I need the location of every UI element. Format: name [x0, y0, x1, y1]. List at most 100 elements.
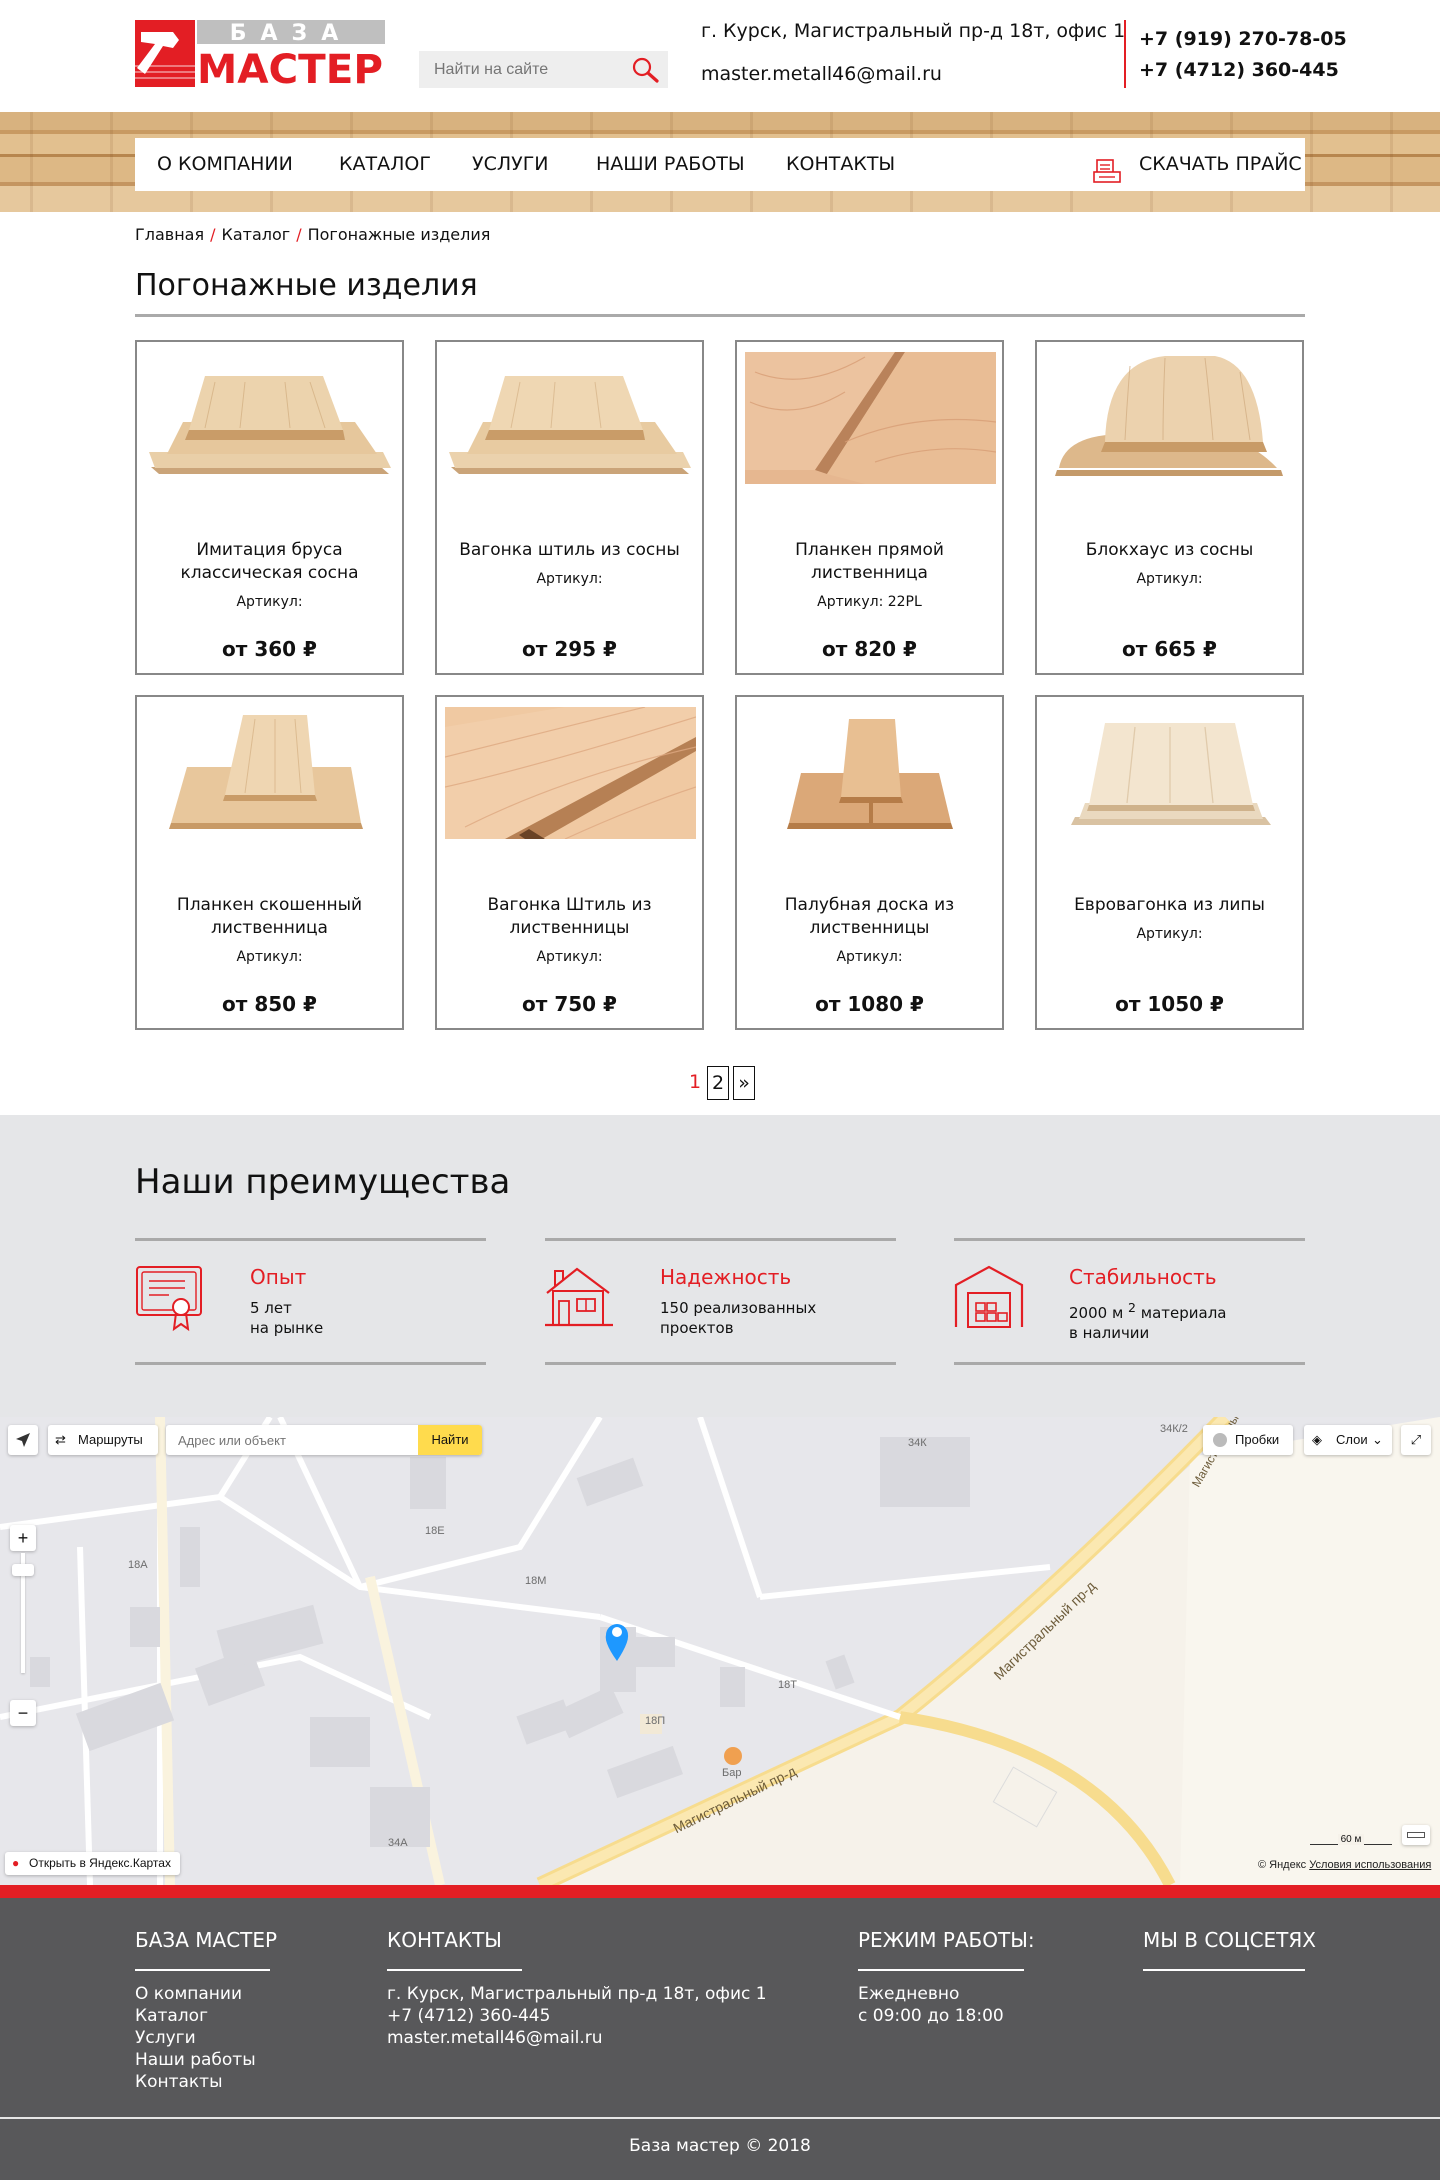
warehouse-icon — [954, 1263, 1024, 1333]
map-copyright: © Яндекс — [1258, 1859, 1307, 1871]
chevron-down-icon: ⌄ — [1372, 1432, 1383, 1447]
product-name[interactable]: Планкен прямой лиственница — [747, 539, 992, 585]
product-card[interactable]: Планкен прямой лиственница Артикул: 22PL… — [735, 340, 1004, 675]
product-sku: Артикул: — [536, 571, 603, 587]
header-phone-1[interactable]: +7 (919) 270-78-05 — [1139, 28, 1347, 50]
product-image[interactable] — [745, 352, 997, 488]
product-sku: Артикул: — [836, 949, 903, 965]
product-name[interactable]: Планкен скошенный лиственница — [147, 894, 392, 940]
product-card[interactable]: Имитация бруса классическая сосна Артику… — [135, 340, 404, 675]
advantage-heading: Опыт — [250, 1265, 307, 1289]
product-card[interactable]: Палубная доска из лиственницы Артикул: о… — [735, 695, 1004, 1030]
product-name[interactable]: Вагонка штиль из сосны — [447, 539, 692, 562]
price-list-icon — [1093, 152, 1121, 183]
footer-link-services[interactable]: Услуги — [135, 2027, 277, 2049]
ruler-button[interactable] — [1402, 1825, 1430, 1845]
product-price: от 360 ₽ — [222, 637, 317, 661]
site-logo[interactable]: БАЗА МАСТЕР — [135, 20, 385, 93]
download-price-label: СКАЧАТЬ ПРАЙС — [1139, 153, 1302, 175]
product-card[interactable]: Евровагонка из липы Артикул: от 1050 ₽ — [1035, 695, 1304, 1030]
product-image[interactable] — [1045, 352, 1296, 484]
product-sku: Артикул: — [236, 949, 303, 965]
advantages-title: Наши преимущества — [135, 1162, 511, 1202]
product-name[interactable]: Имитация бруса классическая сосна — [147, 539, 392, 585]
routes-button[interactable]: ⇄ Маршруты — [48, 1425, 158, 1455]
page-2-link[interactable]: 2 — [707, 1066, 729, 1100]
product-image[interactable] — [445, 352, 696, 484]
nav-item-services[interactable]: УСЛУГИ — [472, 138, 549, 191]
product-image[interactable] — [745, 707, 996, 839]
nav-item-about[interactable]: О КОМПАНИИ — [157, 138, 293, 191]
product-name[interactable]: Вагонка Штиль из лиственницы — [447, 894, 692, 940]
map-search-input[interactable] — [166, 1425, 418, 1455]
map-label: Бар — [722, 1767, 742, 1779]
product-sku: Артикул: 22PL — [817, 594, 922, 610]
open-in-yandex-maps-button[interactable]: ● Открыть в Яндекс.Картах — [5, 1852, 180, 1875]
advantage-text-superscript: 2 — [1128, 1300, 1136, 1315]
map-label: 18А — [128, 1559, 148, 1571]
nav-item-catalog[interactable]: КАТАЛОГ — [339, 138, 431, 191]
map-scale: 60 м — [1310, 1834, 1392, 1845]
map-scale-label: 60 м — [1337, 1834, 1365, 1845]
footer-hours-time: с 09:00 до 18:00 — [858, 2006, 1004, 2026]
svg-text:БАЗА: БАЗА — [230, 21, 352, 46]
footer-address: г. Курск, Магистральный пр-д 18т, офис 1 — [387, 1984, 767, 2004]
map-label: 34К — [908, 1437, 927, 1449]
traffic-icon — [1213, 1433, 1227, 1447]
footer-link-about[interactable]: О компании — [135, 1983, 277, 2005]
nav-item-contacts[interactable]: КОНТАКТЫ — [786, 138, 895, 191]
footer-email[interactable]: master.metall46@mail.ru — [387, 2027, 767, 2049]
layers-button[interactable]: ◈ Слои ⌄ — [1304, 1425, 1392, 1455]
ruler-icon — [1407, 1832, 1425, 1838]
zoom-in-button[interactable]: + — [10, 1525, 36, 1551]
geolocation-button[interactable] — [8, 1425, 38, 1455]
expand-icon: ⤢ — [1410, 1432, 1422, 1447]
footer-heading: РЕЖИМ РАБОТЫ: — [858, 1928, 1035, 1952]
nav-item-works[interactable]: НАШИ РАБОТЫ — [596, 138, 745, 191]
footer-link-contacts[interactable]: Контакты — [135, 2071, 277, 2093]
product-image[interactable] — [1045, 707, 1296, 839]
yandex-map[interactable]: 34К 34К/2 18Е 18А 18М 18Т 18П 34А Бар Ма… — [0, 1417, 1440, 1885]
product-image[interactable] — [145, 707, 396, 839]
advantage-text: 5 лет на рынке — [250, 1299, 324, 1337]
search-input[interactable] — [419, 51, 629, 88]
breadcrumb-separator: / — [210, 225, 216, 244]
product-name[interactable]: Евровагонка из липы — [1047, 894, 1292, 917]
product-card[interactable]: Вагонка Штиль из лиственницы Артикул: от… — [435, 695, 704, 1030]
header-address: г. Курск, Магистральный пр-д 18т, офис 1 — [701, 20, 1126, 42]
zoom-out-button[interactable]: − — [10, 1700, 36, 1726]
footer-phone[interactable]: +7 (4712) 360-445 — [387, 2005, 767, 2027]
search-icon[interactable] — [630, 56, 660, 84]
footer-col-company: БАЗА МАСТЕР О компании Каталог Услуги На… — [135, 1928, 277, 2093]
map-find-button[interactable]: Найти — [418, 1425, 482, 1455]
fullscreen-button[interactable]: ⤢ — [1401, 1425, 1431, 1455]
zoom-slider-handle[interactable] — [12, 1564, 34, 1576]
header-email-link[interactable]: master.metall46@mail.ru — [701, 63, 942, 85]
product-name[interactable]: Палубная доска из лиственницы — [747, 894, 992, 940]
map-label: 18Т — [778, 1679, 797, 1691]
product-name[interactable]: Блокхаус из сосны — [1047, 539, 1292, 562]
header-divider — [1124, 20, 1126, 88]
layers-label: Слои — [1336, 1432, 1368, 1447]
product-card[interactable]: Планкен скошенный лиственница Артикул: о… — [135, 695, 404, 1030]
product-image[interactable] — [444, 706, 697, 843]
title-underline — [135, 314, 1305, 317]
footer-divider — [135, 1969, 270, 1971]
main-nav: О КОМПАНИИ КАТАЛОГ УСЛУГИ НАШИ РАБОТЫ КО… — [135, 138, 1305, 191]
header-phone-2[interactable]: +7 (4712) 360-445 — [1139, 59, 1339, 81]
footer-link-works[interactable]: Наши работы — [135, 2049, 277, 2071]
product-card[interactable]: Блокхаус из сосны Артикул: от 665 ₽ — [1035, 340, 1304, 675]
product-card[interactable]: Вагонка штиль из сосны Артикул: от 295 ₽ — [435, 340, 704, 675]
page-next-link[interactable]: » — [733, 1066, 755, 1100]
footer-link-catalog[interactable]: Каталог — [135, 2005, 277, 2027]
product-image[interactable] — [145, 352, 396, 484]
product-sku: Артикул: — [1136, 571, 1203, 587]
product-sku: Артикул: — [236, 594, 303, 610]
breadcrumb-home[interactable]: Главная — [135, 225, 204, 244]
breadcrumb-catalog[interactable]: Каталог — [222, 225, 291, 244]
page-current: 1 — [688, 1071, 702, 1093]
routes-label: Маршруты — [78, 1432, 143, 1447]
traffic-button[interactable]: Пробки — [1203, 1425, 1293, 1455]
map-terms-link[interactable]: Условия использования — [1309, 1859, 1431, 1871]
advantage-heading: Надежность — [660, 1265, 792, 1289]
